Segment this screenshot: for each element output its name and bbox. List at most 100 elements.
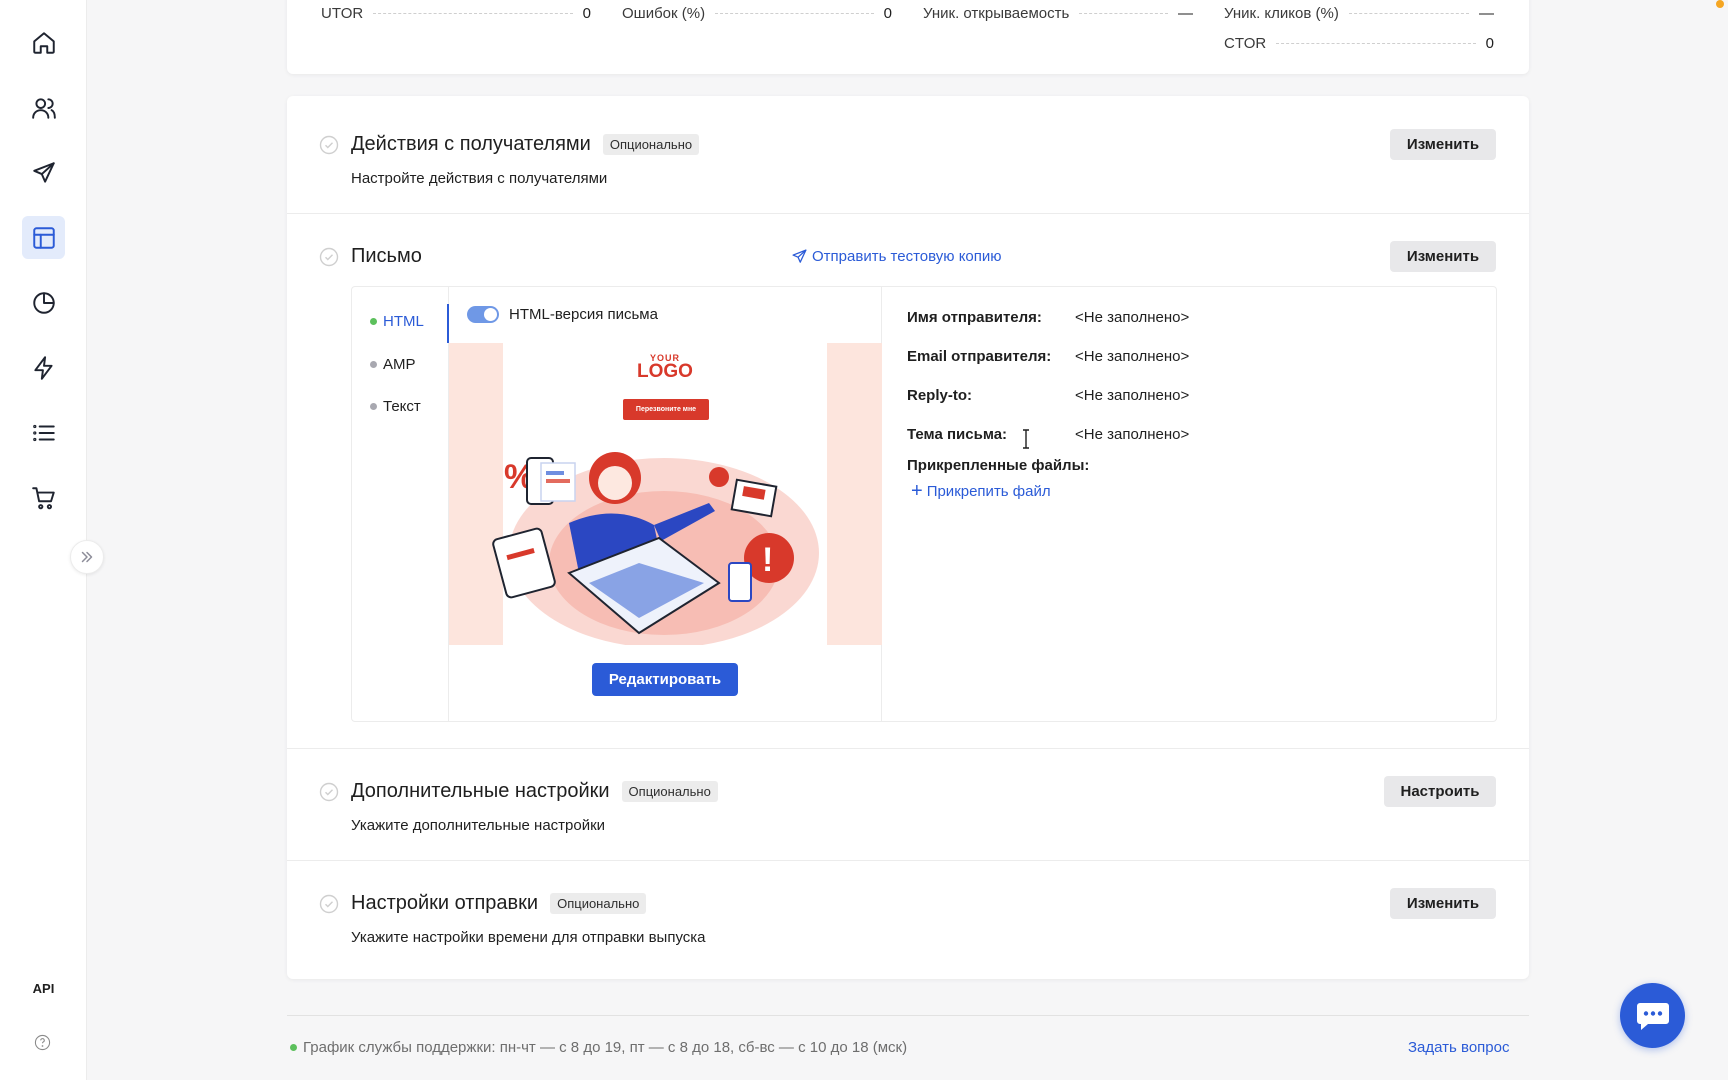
- stat-leader: [1079, 13, 1168, 14]
- stat-value: 0: [883, 5, 892, 22]
- optional-badge: Опционально: [602, 134, 700, 155]
- divider: [287, 860, 1529, 861]
- stat-value: —: [1479, 5, 1494, 22]
- additional-configure-button[interactable]: Настроить: [1384, 776, 1496, 807]
- divider: [287, 748, 1529, 749]
- list-icon: [32, 424, 55, 441]
- layout-icon: [32, 226, 55, 249]
- field-label: Тема письма:: [907, 426, 1008, 443]
- cart-icon: [31, 486, 55, 509]
- send-icon: [32, 161, 55, 183]
- section-title-text: Действия с получателями: [351, 133, 591, 155]
- tab-label: HTML: [383, 313, 424, 330]
- field-label: Имя отправителя:: [907, 309, 1042, 326]
- stat-value: 0: [1485, 35, 1494, 52]
- stat-errors: Ошибок (%) 0: [622, 5, 892, 22]
- online-status-dot: [290, 1044, 297, 1051]
- promo-illustration: % !: [492, 452, 819, 645]
- svg-text:!: !: [762, 541, 773, 579]
- stat-leader: [1276, 43, 1476, 44]
- check-circle-icon: [319, 782, 339, 802]
- field-label: Reply-to:: [907, 387, 972, 404]
- preview-call-button: Перезвоните мне: [623, 399, 709, 420]
- issue-settings-card: Действия с получателями Опционально Наст…: [287, 96, 1529, 979]
- status-dot: [370, 318, 377, 325]
- ask-question-link[interactable]: Задать вопрос: [1408, 1039, 1509, 1056]
- tab-text[interactable]: Текст: [370, 398, 421, 415]
- footer-divider: [287, 1015, 1529, 1016]
- html-version-label: HTML-версия письма: [509, 306, 658, 323]
- send-test-copy-link[interactable]: Отправить тестовую копию: [791, 248, 1002, 265]
- attach-file-link[interactable]: + Прикрепить файл: [911, 480, 1051, 502]
- attach-file-label: Прикрепить файл: [926, 483, 1051, 500]
- field-value: <Не заполнено>: [1075, 309, 1190, 326]
- send-test-copy-label: Отправить тестовую копию: [812, 248, 1002, 265]
- stat-leader: [1348, 13, 1469, 14]
- stat-leader: [715, 13, 874, 14]
- section-subtitle-recipients: Настройте действия с получателями: [351, 170, 608, 187]
- stat-value: —: [1178, 5, 1193, 22]
- nav-templates[interactable]: [22, 216, 65, 259]
- nav-automation[interactable]: [22, 346, 65, 389]
- field-value: <Не заполнено>: [1075, 426, 1190, 443]
- edit-letter-button[interactable]: Редактировать: [592, 663, 738, 696]
- nav-campaigns[interactable]: [22, 151, 65, 194]
- preview-logo: YOUR LOGO: [503, 353, 827, 382]
- section-title-additional: Дополнительные настройки Опционально: [351, 780, 718, 803]
- section-subtitle-additional: Укажите дополнительные настройки: [351, 817, 606, 834]
- stat-label: UTOR: [321, 5, 364, 22]
- field-value: <Не заполнено>: [1075, 348, 1190, 365]
- nav-lists[interactable]: [22, 411, 65, 454]
- divider: [287, 213, 1529, 214]
- stat-label: CTOR: [1224, 35, 1267, 52]
- help-icon[interactable]: [34, 1034, 51, 1051]
- section-title-sending: Настройки отправки Опционально: [351, 892, 647, 915]
- notification-dot: [1716, 0, 1724, 8]
- tab-amp[interactable]: AMP: [370, 356, 416, 373]
- chat-widget-button[interactable]: [1620, 983, 1685, 1048]
- nav-ecommerce[interactable]: [22, 476, 65, 519]
- html-version-toggle[interactable]: [467, 306, 499, 323]
- attachments-label: Прикрепленные файлы:: [907, 457, 1090, 474]
- section-title-text: Настройки отправки: [351, 892, 539, 914]
- field-label: Email отправителя:: [907, 348, 1052, 365]
- section-title-text: Письмо: [351, 245, 422, 267]
- status-dot: [370, 403, 377, 410]
- letter-edit-button[interactable]: Изменить: [1390, 241, 1496, 272]
- recipients-edit-button[interactable]: Изменить: [1390, 129, 1496, 160]
- stat-label: Уник. кликов (%): [1224, 5, 1339, 22]
- stat-label: Ошибок (%): [622, 5, 706, 22]
- stat-utor: UTOR 0: [321, 5, 591, 22]
- optional-badge: Опционально: [621, 781, 718, 802]
- nav-home[interactable]: [22, 21, 65, 64]
- tab-label: Текст: [383, 398, 421, 415]
- section-title-letter: Письмо: [351, 245, 422, 268]
- letter-preview: HTML-версия письма YOUR LOGO Перезвоните…: [449, 287, 882, 721]
- sidebar-expand-button[interactable]: [70, 540, 104, 574]
- sidebar: API: [0, 0, 87, 1080]
- support-hours: График службы поддержки: пн-чт — с 8 до …: [290, 1039, 907, 1056]
- letter-panel: HTML AMP Текст HTML-версия письма YOUR L…: [351, 286, 1497, 722]
- sending-edit-button[interactable]: Изменить: [1390, 888, 1496, 919]
- home-icon: [32, 31, 55, 54]
- tab-label: AMP: [383, 356, 416, 373]
- users-icon: [31, 97, 56, 119]
- nav-analytics[interactable]: [22, 281, 65, 324]
- logo-big-text: LOGO: [637, 361, 693, 382]
- pie-chart-icon: [32, 291, 55, 314]
- stat-leader: [373, 13, 573, 14]
- support-hours-text: График службы поддержки: пн-чт — с 8 до …: [303, 1039, 908, 1056]
- api-link[interactable]: API: [0, 981, 87, 996]
- tab-html[interactable]: HTML: [370, 313, 424, 330]
- stat-unique-clicks: Уник. кликов (%) —: [1224, 5, 1494, 22]
- double-chevron-right-icon: [81, 551, 93, 563]
- plus-icon: +: [911, 480, 923, 502]
- format-tabs: HTML AMP Текст: [352, 287, 449, 721]
- lightning-icon: [33, 355, 53, 380]
- send-icon: [792, 249, 807, 263]
- section-subtitle-sending: Укажите настройки времени для отправки в…: [351, 929, 706, 946]
- email-preview-image: YOUR LOGO Перезвоните мне % !: [449, 343, 882, 645]
- optional-badge: Опционально: [550, 893, 647, 914]
- nav-contacts[interactable]: [22, 86, 65, 129]
- stat-ctor: CTOR 0: [1224, 35, 1494, 52]
